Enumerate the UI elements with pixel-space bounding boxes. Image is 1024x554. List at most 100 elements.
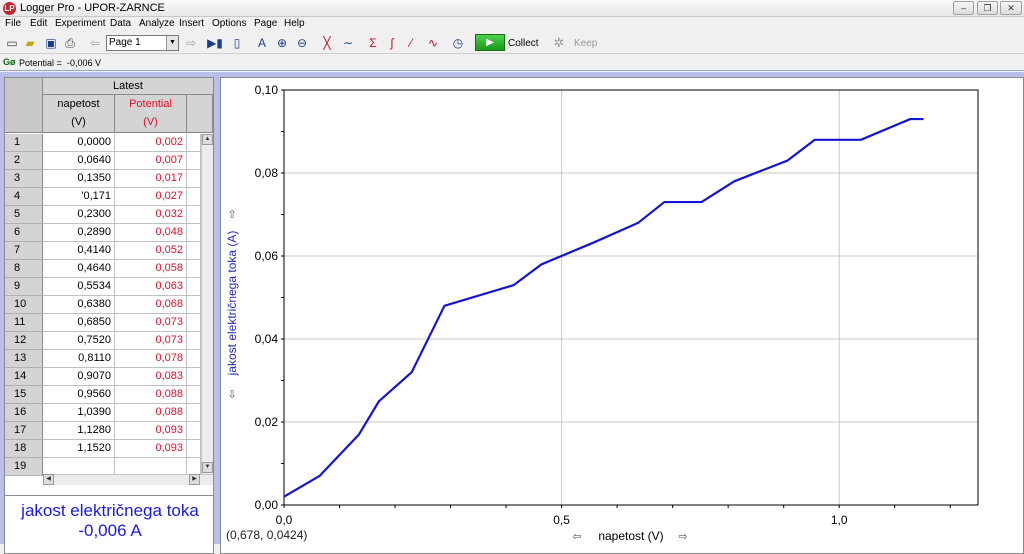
row-number[interactable]: 16 [5,404,43,422]
page-back-icon[interactable]: ⇦ [86,34,104,52]
table-cell-napetost[interactable]: 1,1520 [43,440,115,458]
zoom-in-icon[interactable]: ⊕ [273,34,291,52]
table-cell-napetost[interactable]: 0,0000 [43,134,115,152]
table-cell-potential[interactable]: 0,032 [115,206,187,224]
table-cell-napetost[interactable]: '0,171 [43,188,115,206]
open-folder-icon[interactable]: ▰ [21,34,39,52]
scroll-left-icon[interactable]: ◀ [43,474,54,485]
minimize-button[interactable]: – [953,1,974,15]
statistics-icon[interactable]: Σ [364,34,382,52]
row-number[interactable]: 2 [5,152,43,170]
new-file-icon[interactable]: ▭ [3,34,21,52]
table-cell-napetost[interactable]: 0,9560 [43,386,115,404]
save-icon[interactable]: ▣ [42,34,60,52]
print-icon[interactable]: ⎙ [61,34,79,52]
row-number[interactable]: 15 [5,386,43,404]
close-button[interactable]: ✕ [1000,1,1022,15]
table-cell-napetost[interactable]: 0,7520 [43,332,115,350]
column-header-potential[interactable]: Potential (V) [115,95,187,133]
examine-icon[interactable]: ╳ [318,34,336,52]
table-cell-napetost[interactable]: 0,2890 [43,224,115,242]
column-header-napetost[interactable]: napetost (V) [43,95,115,133]
table-cell-potential[interactable]: 0,093 [115,440,187,458]
vertical-scrollbar[interactable]: ▲ ▼ [201,134,213,474]
row-number[interactable]: 7 [5,242,43,260]
menu-data[interactable]: Data [110,18,131,29]
table-cell-napetost[interactable]: 0,0640 [43,152,115,170]
table-cell-potential[interactable]: 0,083 [115,368,187,386]
table-cell-potential[interactable]: 0,048 [115,224,187,242]
keep-button-label[interactable]: Keep [574,38,597,49]
menu-options[interactable]: Options [212,18,246,29]
keep-icon[interactable]: ✲ [551,35,567,51]
menu-experiment[interactable]: Experiment [55,18,106,29]
graph-panel[interactable]: 0,0 0,5 1,0 0,00 0,02 0,04 0,06 0,08 0,10 napetos… [220,77,1024,554]
table-cell-potential[interactable]: 0,058 [115,260,187,278]
data-browser-icon[interactable]: ▶▮ [206,34,224,52]
table-cell-potential[interactable]: 0,052 [115,242,187,260]
table-cell-napetost[interactable]: 0,9070 [43,368,115,386]
table-cell-potential[interactable]: 0,088 [115,404,187,422]
table-cell-napetost[interactable]: 0,4640 [43,260,115,278]
line-chart[interactable]: 0,0 0,5 1,0 0,00 0,02 0,04 0,06 0,08 0,10 napetos… [221,78,1023,553]
autoscale-icon[interactable]: A [253,34,271,52]
table-cell-potential[interactable]: 0,073 [115,332,187,350]
menu-insert[interactable]: Insert [179,18,204,29]
zoom-out-icon[interactable]: ⊖ [293,34,311,52]
scroll-right-icon[interactable]: ▶ [189,474,200,485]
linear-fit-icon[interactable]: ⁄ [402,34,420,52]
maximize-button[interactable]: ❐ [977,1,998,15]
row-number[interactable]: 9 [5,278,43,296]
page-select[interactable]: Page 1 ▼ [106,35,179,51]
tangent-icon[interactable]: ∼ [339,34,357,52]
row-number[interactable]: 3 [5,170,43,188]
lab-interface-icon[interactable]: ▯ [228,34,246,52]
table-group-header[interactable]: Latest [43,78,213,95]
table-cell-napetost[interactable]: 0,1350 [43,170,115,188]
table-cell-potential[interactable]: 0,093 [115,422,187,440]
row-number[interactable]: 14 [5,368,43,386]
table-cell-potential[interactable]: 0,088 [115,386,187,404]
row-number[interactable]: 18 [5,440,43,458]
row-number[interactable]: 11 [5,314,43,332]
table-cell-napetost[interactable]: 0,2300 [43,206,115,224]
table-cell-napetost[interactable]: 1,1280 [43,422,115,440]
menu-edit[interactable]: Edit [30,18,47,29]
table-cell-napetost[interactable]: 0,4140 [43,242,115,260]
table-cell-potential[interactable]: 0,027 [115,188,187,206]
row-number[interactable]: 12 [5,332,43,350]
table-cell-potential[interactable]: 0,078 [115,350,187,368]
table-cell-potential[interactable]: 0,073 [115,314,187,332]
table-cell-potential[interactable]: 0,002 [115,134,187,152]
row-number[interactable]: 8 [5,260,43,278]
timer-icon[interactable]: ◷ [449,34,467,52]
row-number[interactable]: 6 [5,224,43,242]
row-number[interactable]: 4 [5,188,43,206]
scroll-down-icon[interactable]: ▼ [202,462,213,473]
page-forward-icon[interactable]: ⇨ [182,34,200,52]
row-number[interactable]: 13 [5,350,43,368]
menu-file[interactable]: File [5,18,21,29]
table-cell-napetost[interactable]: 0,6850 [43,314,115,332]
table-cell-napetost[interactable]: 1,0390 [43,404,115,422]
row-number[interactable]: 17 [5,422,43,440]
integral-icon[interactable]: ∫ [383,34,401,52]
row-number[interactable]: 5 [5,206,43,224]
menu-page[interactable]: Page [254,18,277,29]
menu-help[interactable]: Help [284,18,305,29]
curve-fit-icon[interactable]: ∿ [424,34,442,52]
menu-analyze[interactable]: Analyze [139,18,175,29]
collect-button-label[interactable]: Collect [508,38,539,49]
row-number[interactable]: 10 [5,296,43,314]
row-number[interactable]: 1 [5,134,43,152]
table-cell-potential[interactable]: 0,063 [115,278,187,296]
table-cell-napetost[interactable]: 0,6380 [43,296,115,314]
table-cell-napetost[interactable]: 0,8110 [43,350,115,368]
table-cell-napetost[interactable]: 0,5534 [43,278,115,296]
row-number[interactable]: 19 [5,458,43,476]
scroll-up-icon[interactable]: ▲ [202,134,213,145]
table-cell-potential[interactable]: 0,017 [115,170,187,188]
table-cell-potential[interactable]: 0,068 [115,296,187,314]
horizontal-scrollbar[interactable]: ◀ ▶ [43,474,213,485]
collect-icon[interactable]: ▶ [475,34,505,51]
